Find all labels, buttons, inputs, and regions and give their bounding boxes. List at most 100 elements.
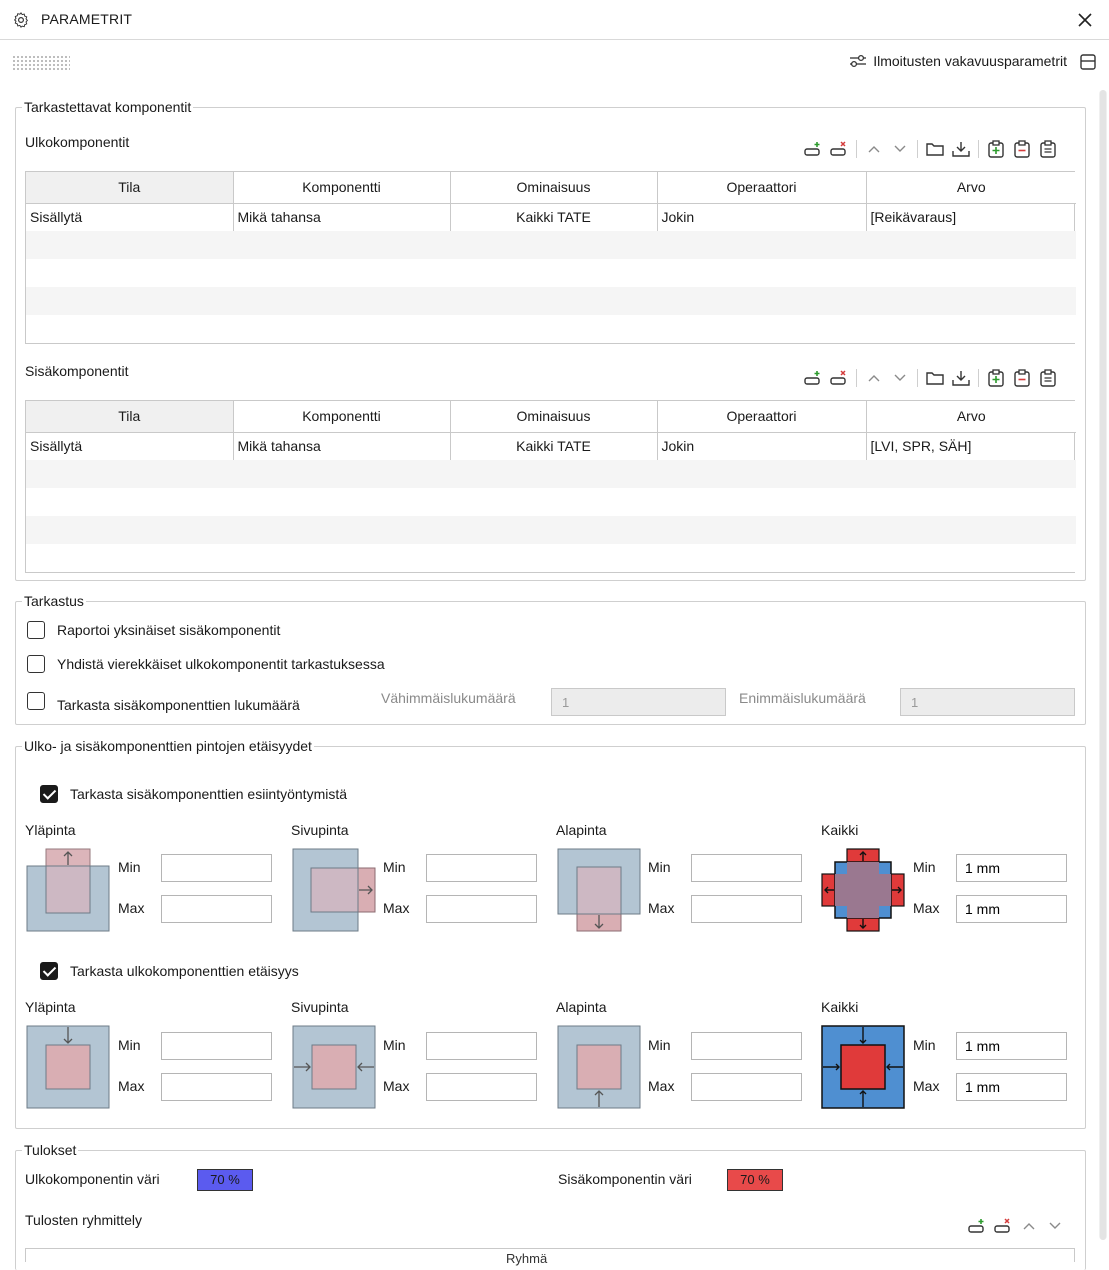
move-up-button[interactable] xyxy=(1016,1215,1042,1237)
scrollbar-thumb[interactable] xyxy=(1100,90,1106,1240)
clipboard-list-button[interactable] xyxy=(1035,138,1061,160)
clearance-checkbox[interactable] xyxy=(40,962,58,980)
outer-color-swatch[interactable]: 70 % xyxy=(197,1169,253,1191)
clearance-all-min-input[interactable] xyxy=(956,1032,1067,1060)
column-header-ominaisuus[interactable]: Ominaisuus xyxy=(450,401,658,433)
remove-row-button[interactable] xyxy=(826,138,852,160)
column-header-komponentti[interactable]: Komponentti xyxy=(233,401,451,433)
column-header-arvo[interactable]: Arvo xyxy=(866,172,1076,204)
import-button[interactable] xyxy=(948,367,974,389)
clipboard-list-button[interactable] xyxy=(1035,367,1061,389)
add-row-button[interactable] xyxy=(800,138,826,160)
remove-row-icon xyxy=(994,1218,1010,1233)
min-label: Min xyxy=(913,859,936,875)
clearance-side-min-input[interactable] xyxy=(426,1032,537,1060)
column-header-tila[interactable]: Tila xyxy=(26,401,234,433)
clipboard-remove-icon xyxy=(1014,369,1030,387)
min-label: Min xyxy=(383,1037,406,1053)
overlap-all-max-input[interactable] xyxy=(956,895,1067,923)
overlap-top-max-input[interactable] xyxy=(161,895,272,923)
cell-ominaisuus[interactable]: Kaikki TATE xyxy=(450,432,658,460)
inner-color-swatch[interactable]: 70 % xyxy=(727,1169,783,1191)
table-row[interactable]: Sisällytä Mikä tahansa Kaikki TATE Jokin… xyxy=(26,432,1076,460)
min-count-input[interactable]: 1 xyxy=(551,688,726,716)
clearance-top-icon xyxy=(26,1025,110,1109)
move-down-button[interactable] xyxy=(887,367,913,389)
cell-tila[interactable]: Sisällytä xyxy=(26,203,234,231)
clearance-top-min-input[interactable] xyxy=(161,1032,272,1060)
cell-arvo[interactable]: [Reikävaraus] xyxy=(866,203,1076,231)
cell-operaattori[interactable]: Jokin xyxy=(657,203,867,231)
overlap-side-max-input[interactable] xyxy=(426,895,537,923)
chevron-down-icon xyxy=(894,145,906,152)
clearance-option[interactable]: Tarkasta ulkokomponenttien etäisyys xyxy=(40,962,299,980)
clipboard-remove-button[interactable] xyxy=(1009,138,1035,160)
min-label: Min xyxy=(648,859,671,875)
overlap-option[interactable]: Tarkasta sisäkomponenttien esiintyöntymi… xyxy=(40,785,347,803)
move-down-button[interactable] xyxy=(887,138,913,160)
empty-row xyxy=(26,460,1076,488)
cell-ominaisuus[interactable]: Kaikki TATE xyxy=(450,203,658,231)
check-count-option[interactable]: Tarkasta sisäkomponenttien lukumäärä xyxy=(27,689,300,713)
merge-adjacent-checkbox[interactable] xyxy=(27,655,45,673)
column-header-tila[interactable]: Tila xyxy=(26,172,234,204)
clearance-bottom-max-input[interactable] xyxy=(691,1073,802,1101)
drag-handle[interactable] xyxy=(12,55,70,71)
panel-toggle-icon[interactable] xyxy=(1079,53,1097,71)
table-row[interactable]: Sisällytä Mikä tahansa Kaikki TATE Jokin… xyxy=(26,203,1076,231)
move-down-button[interactable] xyxy=(1042,1215,1068,1237)
add-row-button[interactable] xyxy=(800,367,826,389)
severity-parameters-link[interactable]: Ilmoitusten vakavuusparametrit xyxy=(849,53,1067,69)
check-count-checkbox[interactable] xyxy=(27,692,45,710)
open-folder-button[interactable] xyxy=(922,138,948,160)
column-header-operaattori[interactable]: Operaattori xyxy=(657,172,867,204)
toolbar-separator xyxy=(978,369,979,387)
overlap-bottom-min-input[interactable] xyxy=(691,854,802,882)
column-header-arvo[interactable]: Arvo xyxy=(866,401,1076,433)
overlap-checkbox[interactable] xyxy=(40,785,58,803)
remove-group-button[interactable] xyxy=(990,1215,1016,1237)
import-button[interactable] xyxy=(948,138,974,160)
report-single-option[interactable]: Raportoi yksinäiset sisäkomponentit xyxy=(27,621,280,639)
max-label: Max xyxy=(648,900,675,916)
add-row-icon xyxy=(968,1219,984,1233)
clearance-side-max-input[interactable] xyxy=(426,1073,537,1101)
move-up-button[interactable] xyxy=(861,138,887,160)
window-title: PARAMETRIT xyxy=(41,11,133,27)
move-up-button[interactable] xyxy=(861,367,887,389)
max-count-input[interactable]: 1 xyxy=(900,688,1075,716)
overlap-bottom-max-input[interactable] xyxy=(691,895,802,923)
clipboard-add-button[interactable] xyxy=(983,367,1009,389)
clearance-bottom-min-input[interactable] xyxy=(691,1032,802,1060)
column-header-ominaisuus[interactable]: Ominaisuus xyxy=(450,172,658,204)
max-label: Max xyxy=(118,1078,145,1094)
report-single-checkbox[interactable] xyxy=(27,621,45,639)
distances-group: Ulko- ja sisäkomponenttien pintojen etäi… xyxy=(15,737,1086,1129)
clearance-all-max-input[interactable] xyxy=(956,1073,1067,1101)
add-group-button[interactable] xyxy=(964,1215,990,1237)
clearance-top-max-input[interactable] xyxy=(161,1073,272,1101)
check-count-label: Tarkasta sisäkomponenttien lukumäärä xyxy=(57,697,300,713)
column-header-komponentti[interactable]: Komponentti xyxy=(233,172,451,204)
cell-komponentti[interactable]: Mikä tahansa xyxy=(233,432,451,460)
cell-arvo[interactable]: [LVI, SPR, SÄH] xyxy=(866,432,1076,460)
remove-row-button[interactable] xyxy=(826,367,852,389)
overlap-all-min-input[interactable] xyxy=(956,854,1067,882)
cell-operaattori[interactable]: Jokin xyxy=(657,432,867,460)
clipboard-remove-button[interactable] xyxy=(1009,367,1035,389)
empty-row xyxy=(26,516,1076,544)
column-header-operaattori[interactable]: Operaattori xyxy=(657,401,867,433)
merge-adjacent-option[interactable]: Yhdistä vierekkäiset ulkokomponentit tar… xyxy=(27,655,385,673)
clipboard-add-button[interactable] xyxy=(983,138,1009,160)
min-label: Min xyxy=(118,1037,141,1053)
clearance-label: Tarkasta ulkokomponenttien etäisyys xyxy=(70,963,299,979)
cell-komponentti[interactable]: Mikä tahansa xyxy=(233,203,451,231)
overlap-top-min-input[interactable] xyxy=(161,854,272,882)
close-icon[interactable] xyxy=(1075,10,1095,30)
overlap-side-min-input[interactable] xyxy=(426,854,537,882)
vertical-scrollbar[interactable] xyxy=(1099,90,1107,1240)
overlap-side-title: Sivupinta xyxy=(291,822,349,838)
grouping-header: Ryhmä xyxy=(506,1251,548,1266)
cell-tila[interactable]: Sisällytä xyxy=(26,432,234,460)
open-folder-button[interactable] xyxy=(922,367,948,389)
